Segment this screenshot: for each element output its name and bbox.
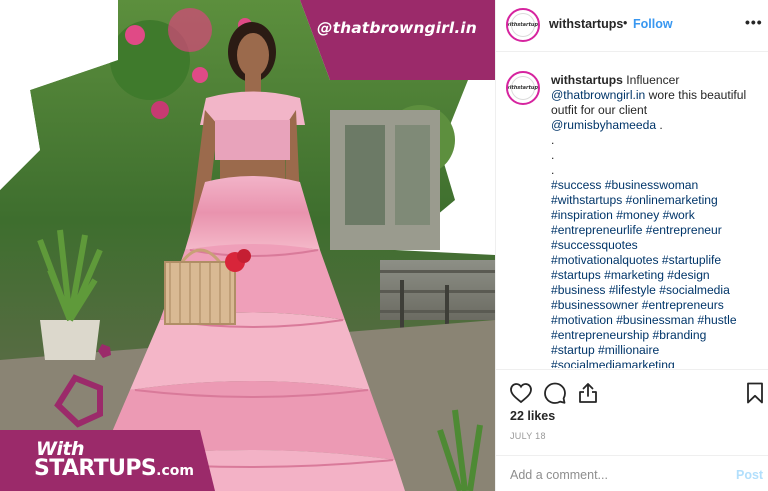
comment-icon[interactable] (543, 381, 567, 405)
post-side-panel: withstartups withstartups • Follow ••• w… (495, 0, 768, 491)
heart-icon[interactable] (509, 381, 533, 405)
hashtag-line[interactable]: #inspiration #money #work (551, 208, 763, 223)
caption-text: withstartups Influencer @thatbrowngirl.i… (551, 73, 763, 368)
post-photo (0, 0, 495, 491)
caption-line: @rumisbyhameeda . (551, 118, 763, 133)
caption-line: @thatbrowngirl.in wore this beautiful (551, 88, 763, 103)
caption-area[interactable]: withstartups withstartups Influencer @th… (496, 53, 768, 368)
caption-text-1: wore this beautiful (648, 88, 747, 102)
hashtag-line[interactable]: #socialmediamarketing (551, 358, 763, 368)
caption-text-3: . (659, 118, 663, 132)
likes-count[interactable]: 22 likes (510, 409, 555, 423)
hashtag-line[interactable]: #businessowner #entrepreneurs (551, 298, 763, 313)
header-avatar[interactable]: withstartups (506, 8, 540, 42)
bookmark-icon[interactable] (743, 381, 767, 405)
caption-intro: Influencer (626, 73, 680, 87)
hashtag-line[interactable]: #success #businesswoman (551, 178, 763, 193)
post-comment-button[interactable]: Post (736, 468, 763, 482)
hashtag-line[interactable]: #entrepreneurship #branding (551, 328, 763, 343)
caption-dot: . (551, 133, 555, 147)
mention-client-link[interactable]: @rumisbyhameeda (551, 118, 656, 132)
mention-creator-link[interactable]: @thatbrowngirl.in (551, 88, 645, 102)
hashtag-line[interactable]: #motivation #businessman #hustle (551, 313, 763, 328)
logo-startups-word: STARTUPS (34, 456, 157, 481)
header-username-link[interactable]: withstartups (549, 17, 623, 31)
post-date[interactable]: JULY 18 (510, 431, 546, 441)
hashtag-line[interactable]: #motivationalquotes #startuplife (551, 253, 763, 268)
logo-startups-text: STARTUPS.com (34, 456, 194, 481)
avatar-logo-mark: withstartups (506, 22, 540, 28)
handle-overlay-text: @thatbrowngirl.in (317, 19, 477, 37)
withstartups-logo: With STARTUPS.com (34, 438, 204, 488)
avatar-inner: withstartups (508, 76, 538, 100)
hashtag-line[interactable]: #withstartups #onlinemarketing (551, 193, 763, 208)
post-header: withstartups withstartups • Follow ••• (496, 0, 768, 52)
caption-line: withstartups Influencer (551, 73, 763, 88)
caption-username-link[interactable]: withstartups (551, 73, 623, 87)
avatar-logo-mark: withstartups (506, 85, 540, 91)
hashtag-line[interactable]: #startups #marketing #design (551, 268, 763, 283)
avatar-inner: withstartups (508, 13, 538, 37)
logo-com-text: .com (156, 463, 194, 479)
header-separator: • (623, 16, 628, 30)
more-icon[interactable]: ••• (745, 14, 762, 34)
post-image[interactable]: @thatbrowngirl.in With STARTUPS.com (0, 0, 495, 491)
hashtag-line[interactable]: #startup #millionaire (551, 343, 763, 358)
hashtag-line[interactable]: #entrepreneurlife #entrepreneur (551, 223, 763, 238)
comment-input[interactable] (510, 466, 710, 484)
comment-box: Post (496, 455, 768, 491)
hashtag-line[interactable]: #business #lifestyle #socialmedia (551, 283, 763, 298)
hashtag-line[interactable]: #successquotes (551, 238, 763, 253)
share-icon[interactable] (576, 381, 600, 405)
caption-avatar[interactable]: withstartups (506, 71, 540, 105)
follow-button[interactable]: Follow (633, 17, 673, 31)
caption-line: outfit for our client (551, 103, 648, 117)
caption-dot: . (551, 148, 555, 162)
actions-bar: 22 likes JULY 18 Post (496, 369, 768, 491)
caption-dot: . (551, 163, 555, 177)
